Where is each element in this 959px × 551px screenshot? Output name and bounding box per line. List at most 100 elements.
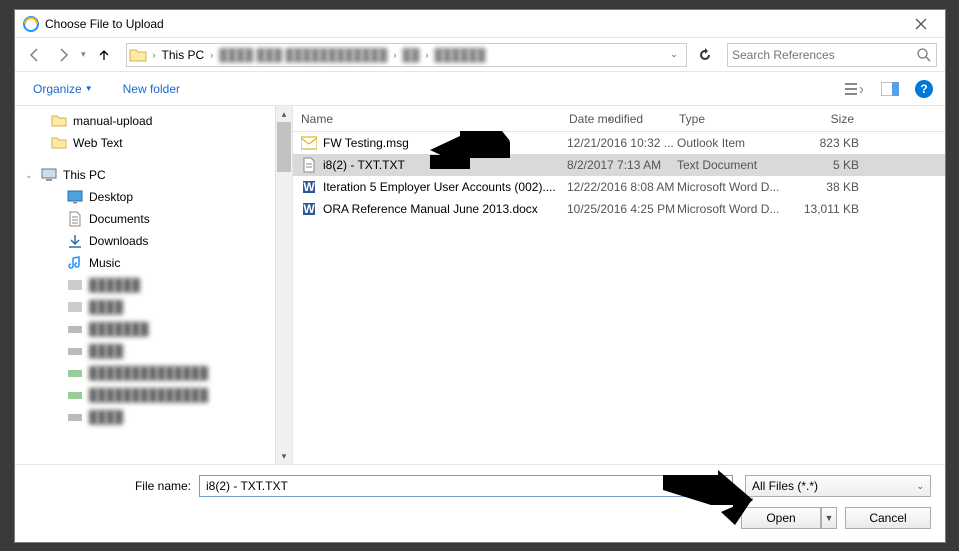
help-button[interactable]: ?	[915, 80, 933, 98]
col-date-label: Date modified	[569, 112, 643, 126]
scroll-up-icon[interactable]: ▴	[276, 106, 292, 122]
breadcrumb-blurred[interactable]: ██	[398, 48, 423, 62]
cancel-label: Cancel	[869, 511, 906, 525]
recent-locations-dropdown[interactable]: ▾	[79, 49, 88, 60]
folder-icon	[51, 113, 67, 129]
view-options-button[interactable]	[839, 77, 869, 101]
nav-label: ██████████████	[89, 388, 208, 402]
nav-documents[interactable]: Documents	[15, 208, 275, 230]
forward-button[interactable]	[51, 43, 75, 67]
new-folder-button[interactable]: New folder	[117, 78, 186, 100]
scroll-thumb[interactable]	[277, 122, 291, 172]
buttons-row: Open ▼ Cancel	[29, 507, 931, 529]
search-box[interactable]	[727, 43, 937, 67]
svg-text:W: W	[303, 180, 315, 194]
nav-blurred-item[interactable]: ███████	[15, 318, 275, 340]
new-folder-label: New folder	[123, 82, 180, 96]
file-icon	[301, 135, 317, 151]
nav-blurred-item[interactable]: ████	[15, 406, 275, 428]
file-name: Iteration 5 Employer User Accounts (002)…	[323, 180, 567, 194]
col-type-label: Type	[679, 112, 705, 126]
nav-scrollbar[interactable]: ▴ ▾	[275, 106, 292, 464]
file-name: FW Testing.msg	[323, 136, 567, 150]
col-type[interactable]: Type	[671, 106, 783, 131]
chevron-right-icon: ›	[208, 50, 215, 60]
breadcrumb-blurred[interactable]: ██████	[430, 48, 489, 62]
drive-icon	[67, 343, 83, 359]
scroll-down-icon[interactable]: ▾	[276, 448, 292, 464]
up-button[interactable]	[92, 43, 116, 67]
address-row: ▾ › This PC › ████ ███ ████████████ › ██…	[15, 38, 945, 72]
nav-label: ███████	[89, 322, 149, 336]
nav-blurred-item[interactable]: ██████████████	[15, 362, 275, 384]
network-icon	[67, 365, 83, 381]
nav-label: This PC	[63, 168, 106, 182]
file-row[interactable]: W Iteration 5 Employer User Accounts (002…	[293, 176, 945, 198]
file-date: 8/2/2017 7:13 AM	[567, 158, 677, 172]
music-icon	[67, 255, 83, 271]
refresh-button[interactable]	[691, 43, 719, 67]
nav-tree[interactable]: manual-upload Web Text ⌄ This PC Desktop	[15, 106, 275, 464]
expand-caret-icon[interactable]: ⌄	[25, 170, 35, 181]
open-button[interactable]: Open	[741, 507, 821, 529]
file-row[interactable]: WORA Reference Manual June 2013.docx10/2…	[293, 198, 945, 220]
nav-music[interactable]: Music	[15, 252, 275, 274]
chevron-right-icon: ›	[151, 50, 158, 60]
address-dropdown[interactable]: ⌄	[664, 49, 684, 60]
nav-folder-web-text[interactable]: Web Text	[15, 132, 275, 154]
computer-icon	[41, 167, 57, 183]
open-split-button[interactable]: ▼	[821, 507, 837, 529]
filename-dropdown[interactable]: ⌄	[708, 481, 726, 492]
file-type: Outlook Item	[677, 136, 789, 150]
file-row[interactable]: i8(2) - TXT.TXT8/2/2017 7:13 AMText Docu…	[293, 154, 945, 176]
col-size[interactable]: Size	[783, 106, 863, 131]
close-button[interactable]	[899, 11, 943, 37]
nav-blurred-item[interactable]: ████	[15, 340, 275, 362]
file-name: ORA Reference Manual June 2013.docx	[323, 202, 567, 216]
chevron-right-icon: ›	[423, 50, 430, 60]
preview-pane-button[interactable]	[875, 77, 905, 101]
col-date[interactable]: Date modified	[561, 106, 671, 131]
nav-downloads[interactable]: Downloads	[15, 230, 275, 252]
folder-icon	[129, 47, 147, 63]
nav-blurred-item[interactable]: ████	[15, 296, 275, 318]
search-icon	[916, 47, 932, 63]
dialog-body: manual-upload Web Text ⌄ This PC Desktop	[15, 106, 945, 464]
address-bar[interactable]: › This PC › ████ ███ ████████████ › ██ ›…	[126, 43, 687, 67]
cancel-button[interactable]: Cancel	[845, 507, 931, 529]
breadcrumb-this-pc[interactable]: This PC	[158, 44, 209, 66]
col-name[interactable]: Name▴	[293, 106, 561, 131]
filename-combo[interactable]: ⌄	[199, 475, 733, 497]
folder-icon	[67, 277, 83, 293]
nav-this-pc[interactable]: ⌄ This PC	[15, 164, 275, 186]
titlebar: Choose File to Upload	[15, 10, 945, 38]
file-type-filter[interactable]: All Files (*.*) ⌄	[745, 475, 931, 497]
search-input[interactable]	[732, 45, 916, 65]
file-row[interactable]: FW Testing.msg12/21/2016 10:32 ...Outloo…	[293, 132, 945, 154]
nav-label: Music	[89, 256, 120, 270]
documents-icon	[67, 211, 83, 227]
filename-input[interactable]	[206, 479, 708, 493]
open-label: Open	[766, 511, 795, 525]
drive-icon	[67, 321, 83, 337]
nav-blurred-item[interactable]: ██████████████	[15, 384, 275, 406]
file-type: Microsoft Word D...	[677, 180, 789, 194]
organize-menu[interactable]: Organize ▼	[27, 78, 99, 100]
nav-label: ████	[89, 410, 123, 424]
file-icon: W	[301, 179, 317, 195]
file-size: 13,011 KB	[789, 202, 869, 216]
nav-folder-manual-upload[interactable]: manual-upload	[15, 110, 275, 132]
nav-desktop[interactable]: Desktop	[15, 186, 275, 208]
file-list-pane: Name▴ Date modified Type Size FW Testing…	[293, 106, 945, 464]
back-button[interactable]	[23, 43, 47, 67]
breadcrumb-blurred[interactable]: ████ ███ ████████████	[215, 48, 391, 62]
network-icon	[67, 387, 83, 403]
file-size: 5 KB	[789, 158, 869, 172]
downloads-icon	[67, 233, 83, 249]
file-size: 38 KB	[789, 180, 869, 194]
file-open-dialog: Choose File to Upload ▾ › This PC › ████…	[14, 9, 946, 543]
filename-label: File name:	[29, 479, 199, 493]
file-icon	[301, 157, 317, 173]
nav-blurred-item[interactable]: ██████	[15, 274, 275, 296]
nav-label: ██████	[89, 278, 140, 292]
